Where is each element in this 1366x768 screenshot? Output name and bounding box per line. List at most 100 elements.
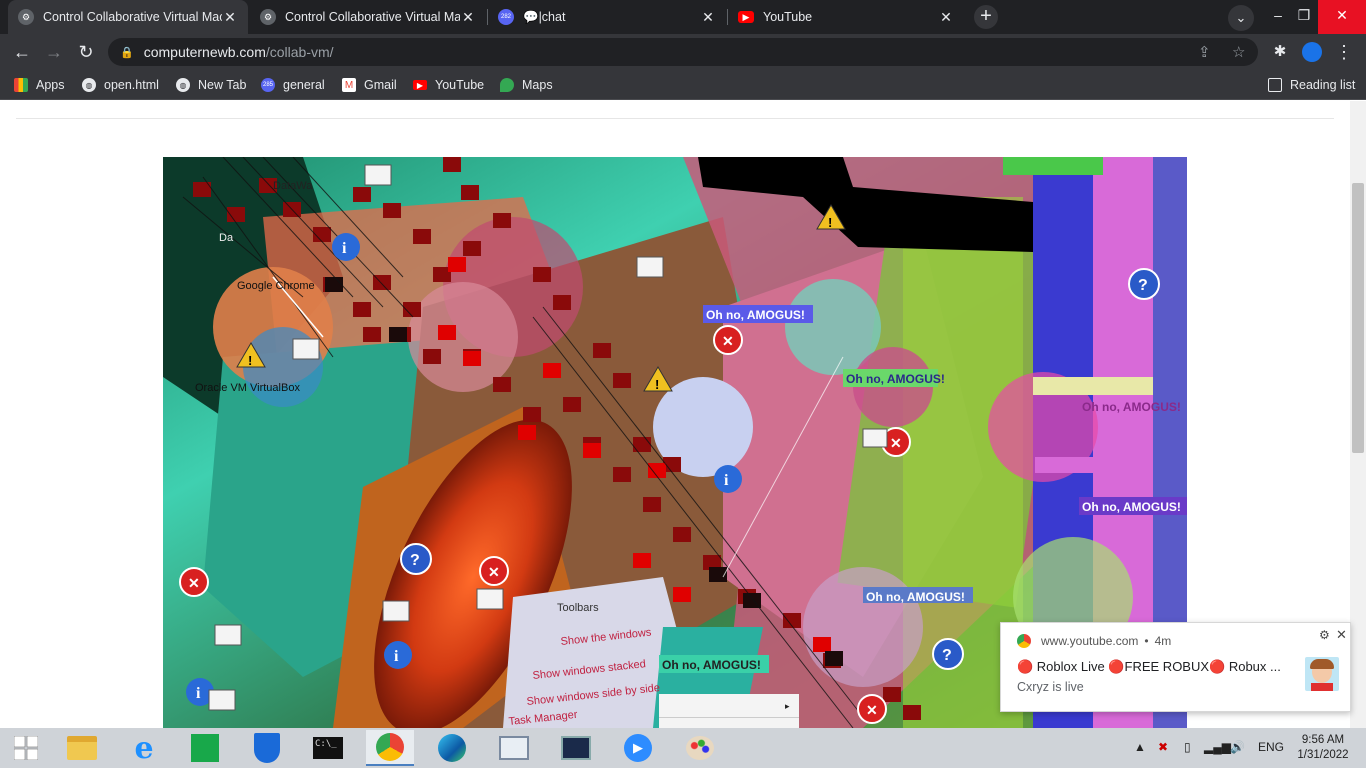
tab-title: Control Collaborative Virtual Mac [285,10,460,24]
discord-favicon-icon: 282 [498,9,514,25]
tab-search-button[interactable]: ⌄ [1228,5,1254,31]
bookmark-open-html[interactable]: ◍ open.html [82,76,159,94]
svg-text:i: i [394,648,399,665]
youtube-favicon-icon: ▶ [738,11,754,23]
globe-icon: ◍ [176,78,190,92]
vm-glitch-text: Oh no, AMOGUS! [1082,400,1181,414]
close-icon[interactable]: ✕ [1336,627,1347,643]
start-button[interactable] [2,730,50,766]
bookmark-star-icon[interactable]: ☆ [1232,43,1245,61]
vm-glitch-text: Oh no, AMOGUS! [866,590,965,604]
reading-list-button[interactable]: Reading list [1268,76,1355,94]
discord-badge: 282 [500,14,511,20]
taskbar-security[interactable] [243,730,291,766]
browser-toolbar: ← → ↻ 🔒 computernewb.com/collab-vm/ ⇪ ☆ … [0,34,1366,70]
bookmark-apps[interactable]: Apps [14,76,65,94]
tab-chat[interactable]: 282 💬|chat ✕ [488,0,726,34]
svg-text:i: i [196,685,201,702]
youtube-icon: ▶ [413,80,427,90]
menu-kebab-icon[interactable]: ⋮ [1332,40,1356,64]
store-icon [191,734,219,762]
clock-date: 1/31/2022 [1297,749,1349,761]
monitor-chart-icon [499,736,529,760]
vm-favicon-icon: ⚙ [18,9,34,25]
bookmark-maps[interactable]: Maps [500,76,553,94]
tab-collabvm-2[interactable]: ⚙ Control Collaborative Virtual Mac ✕ [250,0,486,34]
folder-icon [67,736,97,760]
vm-glitch-text: Oh no, AMOGUS! [662,658,761,672]
battery-icon[interactable]: ▯ [1184,740,1191,754]
url-path: /collab-vm/ [265,44,334,60]
bookmark-gmail[interactable]: M Gmail [342,76,397,94]
bookmark-label: open.html [104,78,159,92]
svg-text:Toolbars: Toolbars [557,602,599,614]
bookmark-youtube[interactable]: ▶ YouTube [413,76,484,94]
taskbar-store[interactable] [181,730,229,766]
bookmarks-bar: Apps ◍ open.html ◍ New Tab 285 general M Gma… [0,70,1366,100]
svg-text:!: ! [828,215,832,230]
tab-collabvm-1[interactable]: ⚙ Control Collaborative Virtual Mac ✕ [8,0,248,34]
tray-chevron-up-icon[interactable]: ▲ [1134,740,1146,754]
new-tab-button[interactable]: + [974,5,998,29]
bookmark-label: general [283,78,325,92]
taskbar-file-explorer[interactable] [58,730,106,766]
lock-icon[interactable]: 🔒 [120,46,134,59]
taskbar-paint[interactable] [676,730,724,766]
url-host: computernewb.com [143,44,266,60]
language-indicator[interactable]: ENG [1258,740,1284,754]
taskbar-zoom[interactable]: ▶ [614,730,662,766]
signal-icon[interactable]: ▂▄▆ [1204,740,1231,754]
terminal-icon: C:\_ [313,737,343,759]
notification-source: www.youtube.com [1041,634,1139,648]
close-window-button[interactable]: ✕ [1318,0,1366,34]
vm-icon-label: Google Chrome [237,280,315,292]
windows-taskbar: e C:\_ ▶ ▲ ✖ ▯ ▂▄▆ 🔊 ENG 9:56 AM 1/31/20… [0,728,1366,768]
taskbar-terminal[interactable]: C:\_ [304,730,352,766]
apps-grid-icon [14,78,28,92]
svg-text:✕: ✕ [866,702,878,718]
scrollbar-thumb[interactable] [1352,183,1364,453]
svg-text:?: ? [1138,277,1148,294]
notification-age: 4m [1154,634,1172,648]
taskbar-edge[interactable] [428,730,476,766]
maps-icon [500,78,514,92]
profile-avatar[interactable] [1300,40,1324,64]
page-scrollbar[interactable] [1350,101,1366,728]
bookmark-general[interactable]: 285 general [261,76,325,94]
svg-text:?: ? [942,647,952,664]
extensions-puzzle-icon[interactable]: ✱ [1268,40,1292,64]
chrome-icon [376,733,404,761]
edge-icon [438,734,466,762]
taskbar-chrome[interactable] [366,730,414,766]
bookmark-new-tab[interactable]: ◍ New Tab [176,76,246,94]
tab-title: YouTube [763,10,813,24]
taskbar-resource-monitor[interactable] [490,730,538,766]
back-button[interactable]: ← [10,40,34,64]
reading-list-icon [1268,78,1282,92]
close-tab-icon[interactable]: ✕ [700,9,716,26]
reload-button[interactable]: ↻ [74,40,98,64]
clock[interactable]: 9:56 AM 1/31/2022 [1290,733,1356,763]
network-disconnected-icon[interactable]: ✖ [1158,740,1168,754]
gmail-icon: M [342,78,356,92]
close-tab-icon[interactable]: ✕ [460,9,476,26]
forward-button[interactable]: → [42,40,66,64]
notification-title: 🔴 Roblox Live 🔴FREE ROBUX🔴 Robux ... [1017,659,1281,674]
volume-icon[interactable]: 🔊 [1230,740,1245,754]
close-tab-icon[interactable]: ✕ [222,9,238,26]
taskbar-internet-explorer[interactable]: e [120,730,168,766]
vm-icon-label: DataWa [273,180,313,192]
close-tab-icon[interactable]: ✕ [938,9,954,26]
address-bar[interactable]: 🔒 computernewb.com/collab-vm/ ⇪ ☆ [108,38,1258,66]
windows-logo-icon [14,736,38,760]
svg-text:?: ? [410,552,420,569]
gear-icon[interactable]: ⚙ [1319,628,1330,642]
tab-youtube[interactable]: ▶ YouTube ✕ [728,0,964,34]
clock-time: 9:56 AM [1301,734,1345,746]
share-icon[interactable]: ⇪ [1198,43,1211,61]
chrome-notification[interactable]: www.youtube.com • 4m ⚙ ✕ 🔴 Roblox Live 🔴… [1000,622,1351,712]
vm-glitch-text: Oh no, AMOGUS! [706,308,805,322]
taskbar-remote-desktop[interactable] [552,730,600,766]
svg-text:✕: ✕ [722,333,734,349]
svg-text:!: ! [655,377,659,392]
